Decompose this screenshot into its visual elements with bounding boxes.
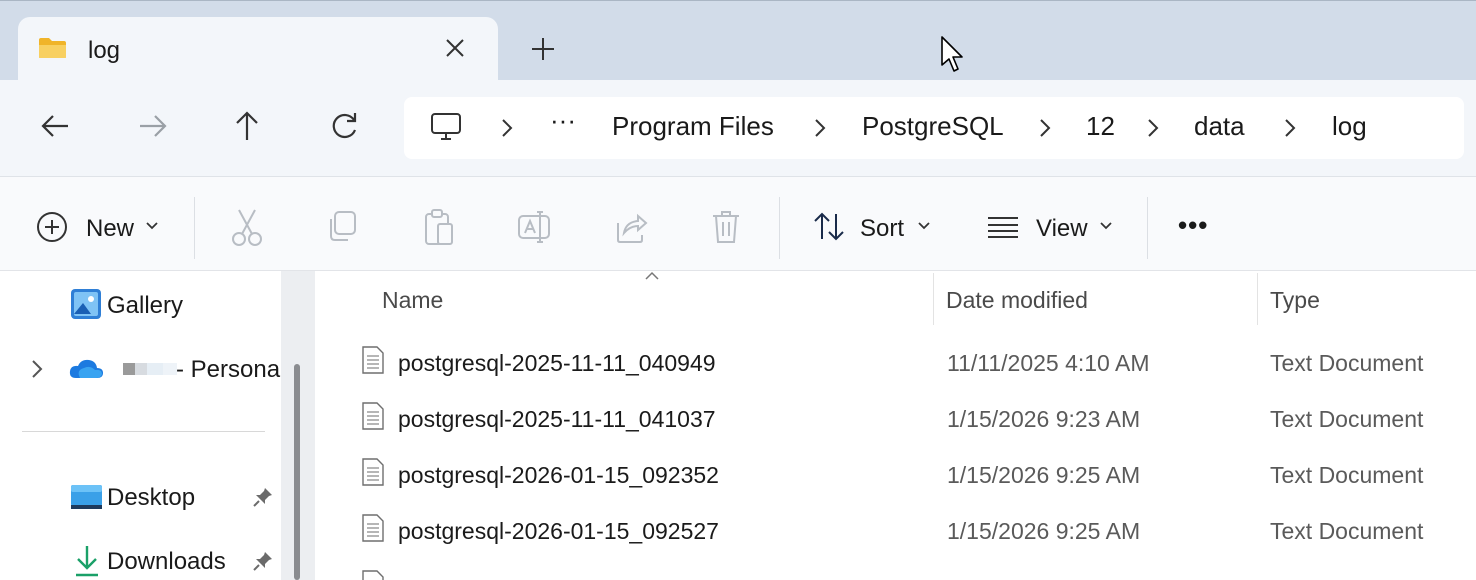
breadcrumb-12[interactable]: 12	[1086, 111, 1115, 142]
plus-icon[interactable]	[528, 34, 558, 64]
text-document-icon	[362, 458, 384, 486]
toolbar-divider	[194, 197, 195, 259]
folder-icon	[39, 38, 66, 58]
cut-icon[interactable]	[230, 207, 264, 247]
sidebar-item-label: Desktop	[107, 484, 196, 511]
column-header-type[interactable]: Type	[1270, 287, 1320, 314]
paste-icon[interactable]	[422, 207, 456, 247]
column-divider[interactable]	[933, 273, 934, 325]
breadcrumb-overflow[interactable]: ···	[550, 105, 576, 136]
this-pc-icon[interactable]	[430, 112, 462, 142]
mouse-cursor-icon	[941, 36, 963, 72]
chevron-right-icon[interactable]	[1283, 117, 1297, 139]
copy-icon[interactable]	[326, 207, 360, 247]
plus-circle-icon	[37, 212, 67, 242]
table-row[interactable]: postgresql-2025-11-11_041037 1/15/2026 9…	[315, 393, 1476, 449]
view-button[interactable]: View	[982, 201, 1122, 253]
sort-button[interactable]: Sort	[806, 201, 946, 253]
file-date: 11/11/2025 4:10 AM	[947, 350, 1150, 376]
file-date: 1/15/2026 9:23 AM	[947, 406, 1141, 432]
more-options-button[interactable]: •••	[1178, 210, 1208, 241]
rename-icon[interactable]	[517, 207, 553, 247]
file-type: Text Document	[1270, 518, 1424, 544]
pin-icon[interactable]	[252, 550, 274, 572]
table-row-partial[interactable]	[315, 561, 1476, 580]
share-icon[interactable]	[614, 207, 648, 247]
sort-icon	[814, 212, 844, 241]
new-button[interactable]: New	[30, 201, 170, 253]
text-document-icon	[362, 402, 384, 430]
breadcrumb-data[interactable]: data	[1194, 111, 1245, 142]
account-name-redacted	[123, 363, 177, 375]
chevron-down-icon	[918, 222, 930, 230]
chevron-right-icon[interactable]	[1038, 117, 1052, 139]
sidebar-divider	[22, 431, 265, 432]
file-type: Text Document	[1270, 350, 1424, 376]
command-bar: New Sort View •••	[0, 176, 1476, 271]
file-name: postgresql-2026-01-15_092527	[398, 518, 719, 544]
column-header-date-modified[interactable]: Date modified	[946, 287, 1088, 314]
breadcrumb-log[interactable]: log	[1332, 111, 1367, 142]
pin-icon[interactable]	[252, 486, 274, 508]
table-row[interactable]: postgresql-2026-01-15_092352 1/15/2026 9…	[315, 449, 1476, 505]
arrow-left-icon[interactable]	[38, 108, 74, 144]
table-row[interactable]: postgresql-2025-11-11_040949 11/11/2025 …	[315, 337, 1476, 393]
breadcrumb-postgresql[interactable]: PostgreSQL	[862, 111, 1004, 142]
file-name: postgresql-2025-11-11_040949	[398, 350, 716, 376]
navigation-bar: ··· Program Files PostgreSQL 12 data log	[0, 80, 1476, 176]
tab-title: log	[88, 37, 121, 64]
file-type: Text Document	[1270, 462, 1424, 488]
delete-icon[interactable]	[710, 207, 742, 247]
sidebar-item-label: Downloads	[107, 548, 226, 575]
chevron-right-icon[interactable]	[813, 117, 827, 139]
tab-strip: log	[0, 0, 1476, 81]
file-name: postgresql-2026-01-15_092352	[398, 462, 719, 488]
downloads-icon	[76, 546, 98, 577]
arrow-right-icon[interactable]	[134, 108, 170, 144]
file-date: 1/15/2026 9:25 AM	[947, 518, 1141, 544]
sort-label: Sort	[860, 215, 905, 242]
sidebar-item-label: Gallery	[107, 292, 184, 319]
toolbar-divider	[779, 197, 780, 259]
tab-log[interactable]: log	[18, 17, 498, 81]
file-name: postgresql-2025-11-11_041037	[398, 406, 716, 432]
desktop-icon	[71, 485, 102, 509]
file-type: Text Document	[1270, 406, 1424, 432]
new-label: New	[86, 215, 135, 242]
text-document-icon	[362, 346, 384, 374]
sort-ascending-icon	[645, 271, 659, 280]
table-row[interactable]: postgresql-2026-01-15_092527 1/15/2026 9…	[315, 505, 1476, 561]
file-list: Name Date modified Type postgresql-2025-…	[315, 271, 1476, 580]
sidebar-scrollbar-thumb[interactable]	[294, 364, 300, 580]
gallery-icon	[71, 289, 101, 319]
close-icon[interactable]	[442, 35, 468, 61]
toolbar-divider	[1147, 197, 1148, 259]
chevron-down-icon	[1100, 222, 1112, 230]
text-document-icon	[362, 570, 384, 580]
text-document-icon	[362, 514, 384, 542]
column-header-name[interactable]: Name	[382, 287, 443, 314]
chevron-right-icon[interactable]	[500, 117, 514, 139]
view-label: View	[1036, 215, 1088, 242]
breadcrumb-program-files[interactable]: Program Files	[612, 111, 774, 142]
address-bar[interactable]: ··· Program Files PostgreSQL 12 data log	[404, 97, 1464, 159]
view-list-icon	[988, 217, 1018, 238]
file-date: 1/15/2026 9:25 AM	[947, 462, 1141, 488]
arrow-up-icon[interactable]	[229, 108, 265, 144]
refresh-icon[interactable]	[326, 108, 362, 144]
chevron-down-icon	[146, 222, 158, 230]
onedrive-icon	[69, 359, 103, 378]
chevron-right-icon[interactable]	[28, 358, 46, 380]
column-divider[interactable]	[1257, 273, 1258, 325]
sidebar-item-label: - Personal	[176, 356, 281, 383]
chevron-right-icon[interactable]	[1146, 117, 1160, 139]
